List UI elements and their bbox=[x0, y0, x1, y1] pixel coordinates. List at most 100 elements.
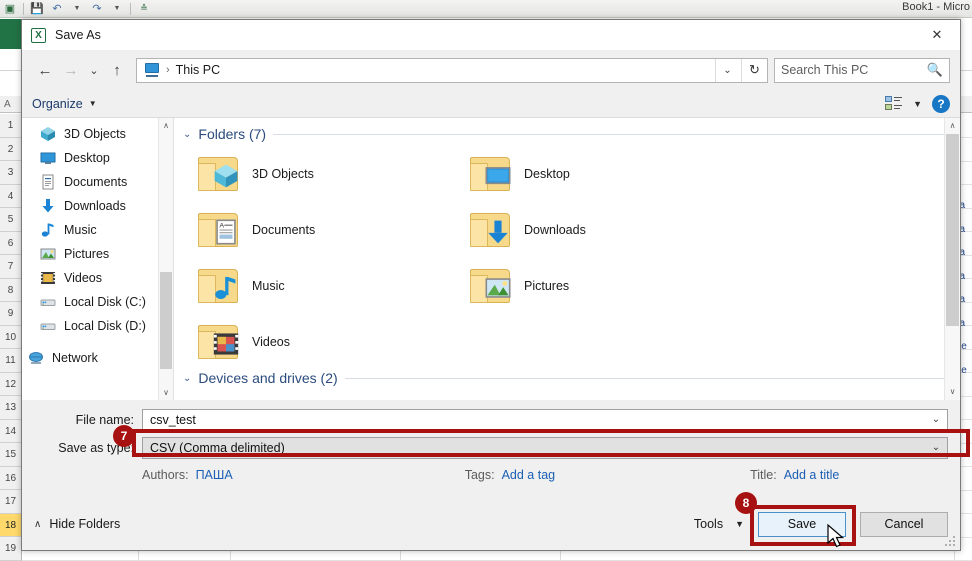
folder-tile-label: Desktop bbox=[524, 167, 570, 181]
scroll-up-icon[interactable]: ∧ bbox=[945, 118, 960, 134]
sidebar-item-music[interactable]: Music bbox=[22, 218, 173, 242]
excel-row-header[interactable]: 6 bbox=[0, 232, 22, 256]
sidebar-item-downloads[interactable]: Downloads bbox=[22, 194, 173, 218]
folder-tile[interactable]: 3D Objects bbox=[174, 146, 474, 202]
redo-dropdown-icon[interactable]: ▼ bbox=[107, 5, 127, 12]
organize-button[interactable]: Organize ▼ bbox=[32, 97, 97, 111]
folder-tile[interactable]: Videos bbox=[174, 314, 474, 370]
scroll-down-icon[interactable]: ∨ bbox=[945, 384, 960, 400]
back-button[interactable]: ← bbox=[32, 57, 58, 83]
excel-row-header[interactable]: 7 bbox=[0, 255, 22, 279]
breadcrumb[interactable]: This PC bbox=[176, 63, 220, 77]
folder-tile[interactable]: ADocuments bbox=[174, 202, 474, 258]
excel-row-header[interactable]: 12 bbox=[0, 373, 22, 397]
authors-value[interactable]: ПАША bbox=[196, 468, 233, 482]
chevron-down-icon[interactable]: ▼ bbox=[735, 519, 744, 529]
folder-tile[interactable]: Pictures bbox=[446, 258, 746, 314]
sidebar-item-desktop[interactable]: Desktop bbox=[22, 146, 173, 170]
sidebar-item-3d-objects[interactable]: 3D Objects bbox=[22, 122, 173, 146]
add-tag-link[interactable]: Add a tag bbox=[502, 468, 556, 482]
forward-button[interactable]: → bbox=[58, 57, 84, 83]
annotation-badge-8: 8 bbox=[735, 492, 757, 514]
chevron-down-icon[interactable]: ⌄ bbox=[925, 410, 947, 430]
scrollbar-thumb[interactable] bbox=[946, 134, 959, 326]
excel-row-header[interactable]: 16 bbox=[0, 467, 22, 491]
file-name-row: File name: csv_test ⌄ bbox=[22, 407, 960, 432]
sidebar-item-label: 3D Objects bbox=[64, 127, 126, 141]
authors-label: Authors: bbox=[142, 468, 189, 482]
excel-file-tab bbox=[0, 19, 22, 49]
sidebar-item-label: Local Disk (D:) bbox=[64, 319, 146, 333]
excel-row-header[interactable]: 10 bbox=[0, 326, 22, 350]
excel-row-header[interactable]: 5 bbox=[0, 208, 22, 232]
close-icon[interactable]: ✕ bbox=[914, 20, 960, 49]
scrollbar-thumb[interactable] bbox=[160, 272, 172, 369]
scroll-up-icon[interactable]: ∧ bbox=[159, 118, 173, 133]
file-name-input[interactable]: csv_test ⌄ bbox=[142, 409, 948, 431]
folder-tile[interactable]: Downloads bbox=[446, 202, 746, 258]
recent-locations-button[interactable]: ⌄ bbox=[84, 57, 104, 83]
add-title-link[interactable]: Add a title bbox=[784, 468, 840, 482]
folder-tile-label: Pictures bbox=[524, 279, 569, 293]
sidebar-item-label: Downloads bbox=[64, 199, 126, 213]
excel-row-header[interactable]: 18 bbox=[0, 514, 22, 538]
excel-row-header[interactable]: 19 bbox=[0, 537, 22, 561]
redo-icon[interactable]: ↷ bbox=[87, 2, 107, 15]
file-pane-scrollbar[interactable]: ∧ ∨ bbox=[944, 118, 960, 400]
resize-grip[interactable] bbox=[945, 536, 957, 548]
excel-row-header[interactable]: 15 bbox=[0, 443, 22, 467]
3d-objects-icon bbox=[40, 126, 57, 142]
local-disk-icon bbox=[40, 318, 57, 334]
excel-row-header[interactable]: 8 bbox=[0, 279, 22, 303]
sidebar-item-pictures[interactable]: Pictures bbox=[22, 242, 173, 266]
navigation-pane-scrollbar[interactable]: ∧ ∨ bbox=[158, 118, 173, 400]
chevron-down-icon[interactable]: ▼ bbox=[913, 99, 922, 109]
cancel-button[interactable]: Cancel bbox=[860, 512, 948, 537]
save-button[interactable]: Save bbox=[758, 512, 846, 537]
scroll-down-icon[interactable]: ∨ bbox=[159, 385, 173, 400]
excel-row-header[interactable]: 11 bbox=[0, 349, 22, 373]
undo-icon[interactable]: ↶ bbox=[47, 2, 67, 15]
file-list-pane[interactable]: ⌄ Folders (7) 3D Objects Desktop ADocument… bbox=[174, 118, 960, 400]
chevron-down-icon[interactable]: ⌄ bbox=[715, 59, 739, 82]
excel-row-header[interactable]: 1 bbox=[0, 114, 22, 138]
sidebar-item-documents[interactable]: Documents bbox=[22, 170, 173, 194]
excel-row-header[interactable]: 13 bbox=[0, 396, 22, 420]
sidebar-item-local-disk-c[interactable]: Local Disk (C:) bbox=[22, 290, 173, 314]
sidebar-item-videos[interactable]: Videos bbox=[22, 266, 173, 290]
customize-qat-icon[interactable]: ≙ bbox=[134, 3, 154, 14]
excel-row-header[interactable]: 14 bbox=[0, 420, 22, 444]
save-icon[interactable]: 💾 bbox=[27, 2, 47, 15]
excel-row-header[interactable]: 9 bbox=[0, 302, 22, 326]
excel-row-header[interactable]: 4 bbox=[0, 185, 22, 209]
dialog-toolbar: Organize ▼ ▼ ? bbox=[22, 90, 960, 118]
refresh-icon[interactable]: ↻ bbox=[741, 59, 767, 82]
excel-row-header[interactable]: 17 bbox=[0, 490, 22, 514]
help-icon[interactable]: ? bbox=[932, 95, 950, 113]
undo-dropdown-icon[interactable]: ▼ bbox=[67, 5, 87, 12]
group-rule bbox=[273, 134, 946, 135]
tags-label: Tags: bbox=[465, 468, 495, 482]
sidebar-item-local-disk-d[interactable]: Local Disk (D:) bbox=[22, 314, 173, 338]
navigation-pane: 3D Objects DesktopDocuments Downloads Music… bbox=[22, 118, 174, 400]
qat-divider bbox=[23, 3, 24, 15]
tools-button[interactable]: Tools bbox=[688, 517, 729, 531]
excel-row-header[interactable]: 2 bbox=[0, 138, 22, 162]
excel-row-header[interactable]: 3 bbox=[0, 161, 22, 185]
save-as-type-field[interactable]: CSV (Comma delimited) ⌄ bbox=[142, 437, 948, 459]
search-input[interactable]: Search This PC 🔍 bbox=[774, 58, 950, 83]
folder-tile[interactable]: Music bbox=[174, 258, 474, 314]
folder-tile[interactable]: Desktop bbox=[446, 146, 746, 202]
dialog-title-bar[interactable]: X Save As ✕ bbox=[22, 20, 960, 50]
save-as-type-value: CSV (Comma delimited) bbox=[150, 441, 285, 455]
chevron-down-icon[interactable]: ⌄ bbox=[183, 129, 191, 140]
chevron-down-icon[interactable]: ⌄ bbox=[925, 438, 947, 458]
sidebar-item-network[interactable]: Network bbox=[22, 346, 173, 370]
chevron-down-icon[interactable]: ⌄ bbox=[183, 373, 191, 384]
address-bar[interactable]: › This PC ⌄ ↻ bbox=[136, 58, 768, 83]
hide-folders-button[interactable]: ∧ Hide Folders bbox=[34, 517, 120, 531]
up-button[interactable]: ↑ bbox=[104, 57, 130, 83]
group-header-devices[interactable]: ⌄ Devices and drives (2) bbox=[174, 368, 960, 390]
group-header-folders[interactable]: ⌄ Folders (7) bbox=[174, 118, 960, 146]
view-layout-icon[interactable] bbox=[885, 96, 903, 111]
